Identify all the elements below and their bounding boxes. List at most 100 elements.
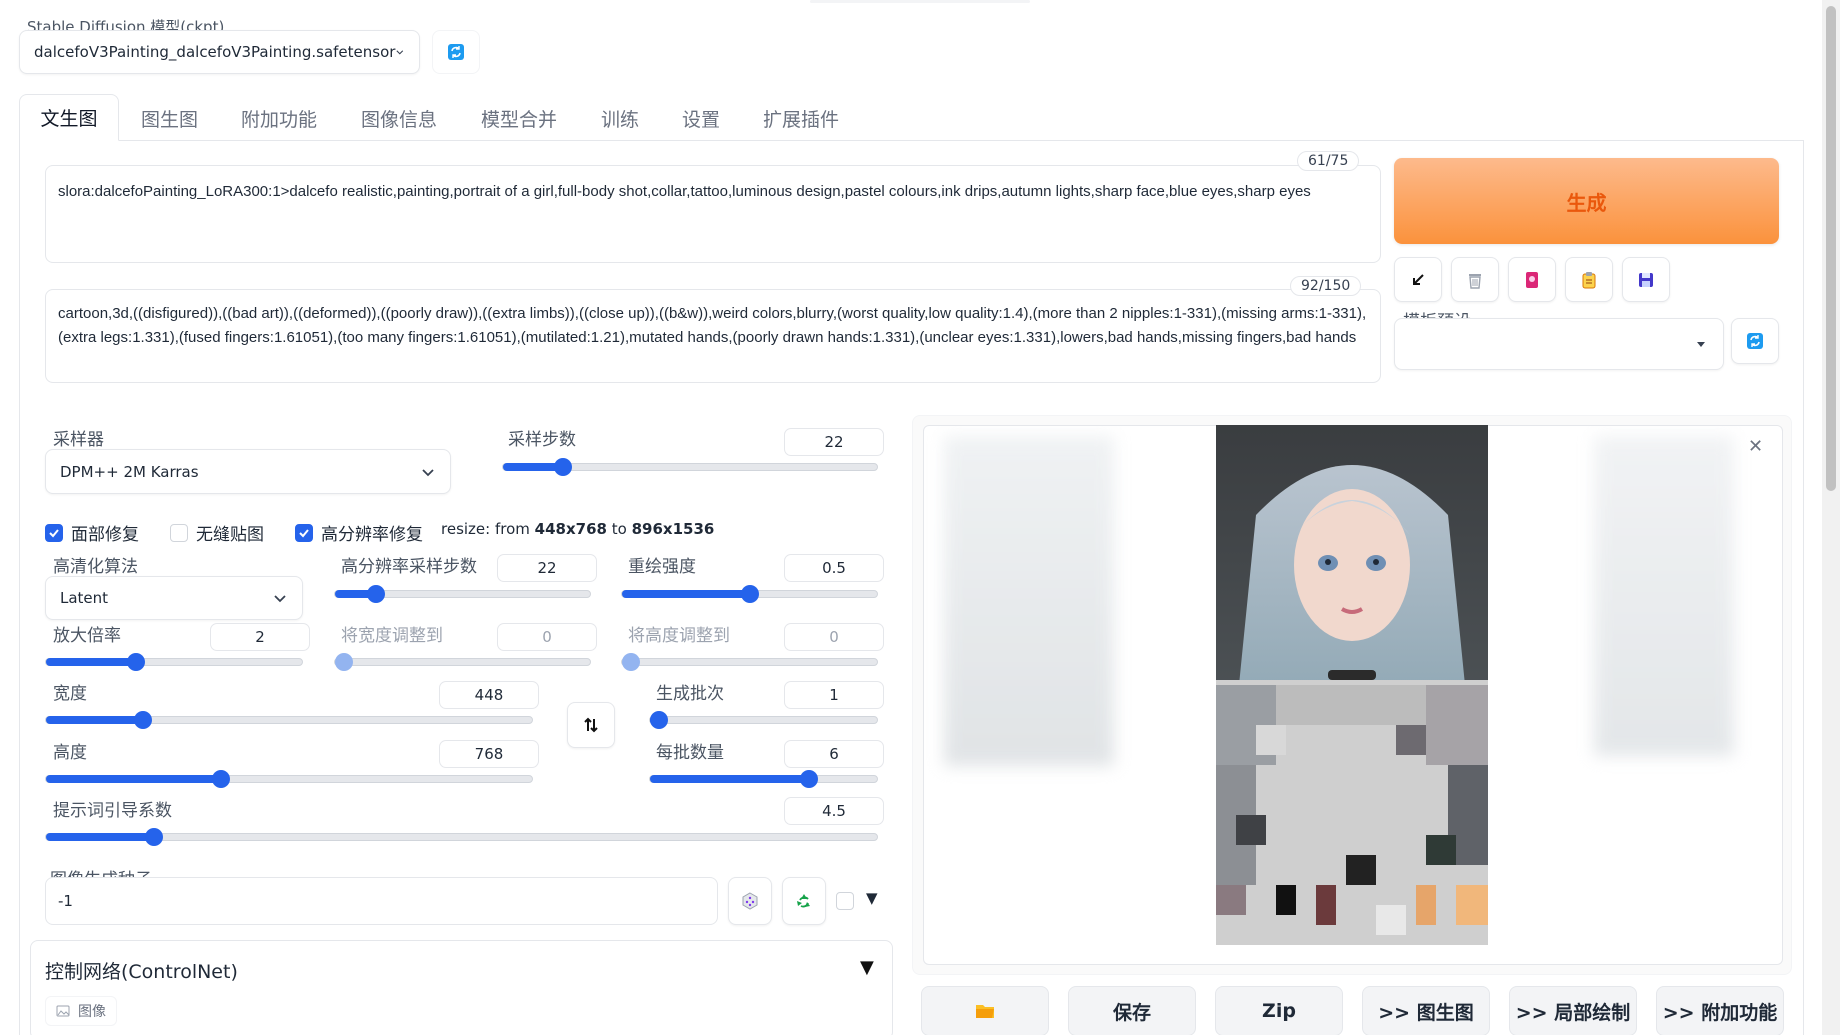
open-folder-button[interactable] [921, 986, 1049, 1035]
page-scrollbar[interactable] [1822, 0, 1840, 1035]
sampler-value: DPM++ 2M Karras [60, 462, 199, 481]
cfg-label: 提示词引导系数 [53, 801, 172, 821]
chevron-down-icon [396, 50, 404, 55]
zip-button[interactable]: Zip [1215, 986, 1343, 1035]
resize-to: 896x1536 [631, 520, 715, 538]
face-restore-checkbox[interactable]: 面部修复 [45, 520, 139, 545]
clear-prompt-button[interactable] [1451, 257, 1499, 302]
resize-width-slider[interactable] [334, 653, 591, 671]
extra-networks-button[interactable] [1508, 257, 1556, 302]
style-refresh-button[interactable] [1731, 318, 1779, 364]
checkbox-box [45, 523, 63, 542]
dice-icon [742, 892, 758, 910]
upscaler-value: Latent [60, 589, 109, 607]
batch-size-input[interactable]: 6 [784, 740, 884, 768]
random-seed-button[interactable] [728, 877, 772, 925]
resize-width-label: 将宽度调整到 [341, 626, 443, 646]
extra-seed-checkbox[interactable] [836, 892, 854, 910]
resize-prefix: resize: from [441, 520, 535, 538]
generated-image[interactable] [1216, 425, 1488, 945]
swap-dimensions-button[interactable] [567, 702, 615, 748]
batch-count-slider[interactable] [649, 711, 878, 729]
apply-styles-button[interactable] [1565, 257, 1613, 302]
width-slider[interactable] [45, 711, 533, 729]
refresh-icon [448, 44, 464, 60]
cfg-input[interactable]: 4.5 [784, 797, 884, 825]
close-icon[interactable]: ✕ [1748, 436, 1763, 457]
extra-seed-toggle-icon[interactable]: ▼ [866, 889, 878, 907]
prompt-token-counter: 61/75 [1297, 151, 1360, 171]
steps-label: 采样步数 [508, 430, 576, 450]
resize-width-input[interactable]: 0 [497, 623, 597, 651]
face-restore-label: 面部修复 [71, 525, 139, 545]
resize-height-slider[interactable] [621, 653, 878, 671]
send-to-inpaint-button[interactable]: >> 局部绘制 [1509, 986, 1637, 1035]
card-icon [1526, 271, 1538, 288]
width-input[interactable]: 448 [439, 681, 539, 709]
height-input[interactable]: 768 [439, 740, 539, 768]
reuse-seed-button[interactable] [782, 877, 826, 925]
batch-size-label: 每批数量 [656, 743, 724, 763]
send-to-img2img-button[interactable]: >> 图生图 [1362, 986, 1490, 1035]
checkbox-box [170, 523, 188, 542]
model-value: dalcefoV3Painting_dalcefoV3Painting.safe… [34, 43, 396, 61]
tab-train[interactable]: 训练 [601, 105, 639, 132]
tab-img2img[interactable]: 图生图 [141, 105, 198, 132]
controlnet-image-tab[interactable]: 图像 [45, 996, 117, 1026]
hires-fix-checkbox[interactable]: 高分辨率修复 [295, 520, 423, 545]
resize-middle: to [606, 520, 632, 538]
steps-slider[interactable] [502, 458, 878, 476]
send-to-extras-button[interactable]: >> 附加功能 [1656, 986, 1784, 1035]
hires-steps-input[interactable]: 22 [497, 554, 597, 582]
tab-txt2img[interactable]: 文生图 [19, 94, 119, 141]
prompt-textarea[interactable]: slora:dalcefoPainting_LoRA300:1>dalcefo … [45, 165, 1381, 263]
check-icon [299, 528, 309, 537]
resize-height-input[interactable]: 0 [784, 623, 884, 651]
denoise-slider[interactable] [621, 585, 878, 603]
batch-size-slider[interactable] [649, 770, 878, 788]
upscaler-select[interactable]: Latent [45, 576, 303, 620]
tab-settings[interactable]: 设置 [682, 105, 720, 132]
steps-input[interactable]: 22 [784, 428, 884, 456]
resize-height-label: 将高度调整到 [628, 626, 730, 646]
seed-input[interactable]: -1 [45, 877, 718, 925]
upscale-by-input[interactable]: 2 [210, 623, 310, 651]
save-button[interactable]: 保存 [1068, 986, 1196, 1035]
image-icon [56, 1005, 70, 1017]
controlnet-toggle-icon[interactable]: ▼ [860, 957, 874, 978]
upscale-by-label: 放大倍率 [53, 626, 121, 646]
hires-steps-slider[interactable] [334, 585, 591, 603]
check-icon [49, 528, 59, 537]
denoise-input[interactable]: 0.5 [784, 554, 884, 582]
upscale-by-slider[interactable] [45, 653, 303, 671]
scrollbar-thumb[interactable] [1826, 6, 1836, 491]
read-params-button[interactable] [1394, 257, 1442, 302]
save-style-button[interactable] [1622, 257, 1670, 302]
trash-icon [1469, 273, 1481, 289]
tab-merge[interactable]: 模型合并 [481, 105, 557, 132]
top-scroll-hint [810, 0, 1030, 3]
controlnet-title[interactable]: 控制网络(ControlNet) [45, 957, 238, 984]
controlnet-panel [30, 940, 893, 1035]
batch-count-input[interactable]: 1 [784, 681, 884, 709]
generate-button[interactable]: 生成 [1394, 158, 1779, 244]
height-slider[interactable] [45, 770, 533, 788]
negative-prompt-textarea[interactable]: cartoon,3d,((disfigured)),((bad art)),((… [45, 289, 1381, 383]
upscaler-label: 高清化算法 [53, 557, 138, 577]
tab-extras[interactable]: 附加功能 [241, 105, 317, 132]
sampler-select[interactable]: DPM++ 2M Karras [45, 449, 451, 494]
style-preset-select[interactable] [1394, 318, 1724, 370]
blurred-preview-left [944, 436, 1114, 766]
resize-info: resize: from 448x768 to 896x1536 [441, 520, 714, 538]
tab-extensions[interactable]: 扩展插件 [763, 105, 839, 132]
seed-value: -1 [58, 892, 73, 910]
model-select[interactable]: dalcefoV3Painting_dalcefoV3Painting.safe… [19, 30, 420, 74]
hires-fix-label: 高分辨率修复 [321, 525, 423, 545]
negative-token-counter: 92/150 [1290, 276, 1362, 296]
tiling-checkbox[interactable]: 无缝贴图 [170, 520, 264, 545]
generated-portrait [1216, 425, 1488, 945]
cfg-slider[interactable] [45, 828, 878, 846]
model-refresh-button[interactable] [432, 30, 480, 74]
tiling-label: 无缝贴图 [196, 525, 264, 545]
tab-png-info[interactable]: 图像信息 [361, 105, 437, 132]
